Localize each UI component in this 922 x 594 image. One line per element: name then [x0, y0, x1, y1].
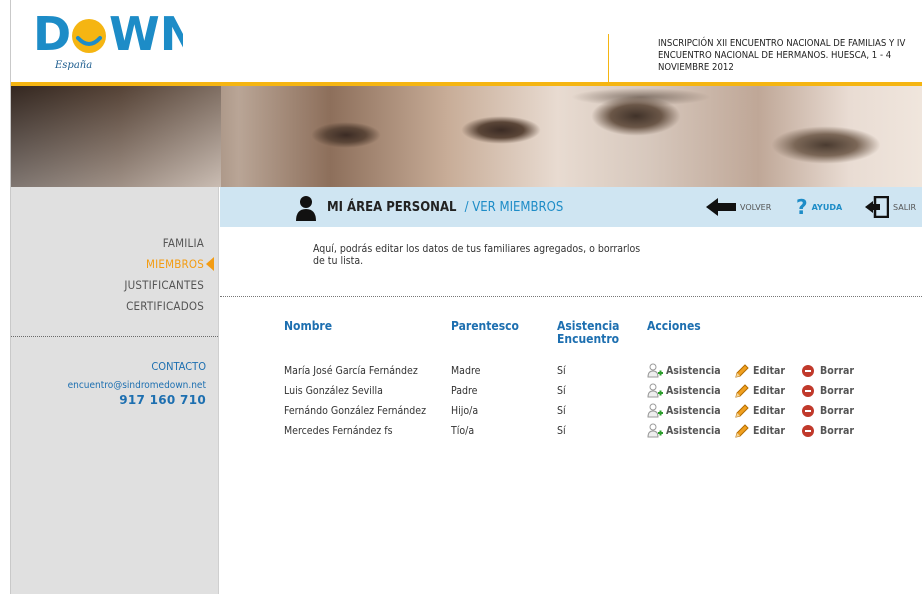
table-row: Luis González Sevilla Padre Sí Asistenci… [284, 382, 884, 400]
editar-label: Editar [753, 405, 786, 417]
borrar-label: Borrar [820, 405, 855, 417]
page-title-sub: / VER MIEMBROS [464, 200, 564, 215]
ayuda-button[interactable]: ? AYUDA [796, 195, 842, 219]
logo-subtitle: España [55, 60, 93, 71]
pencil-icon [735, 424, 749, 438]
editar-action[interactable]: Editar [734, 382, 785, 400]
table-row: María José García Fernández Madre Sí Asi… [284, 362, 884, 380]
sidebar-item-justificantes[interactable]: JUSTIFICANTES [124, 275, 204, 296]
volver-button[interactable]: VOLVER [706, 195, 771, 219]
site-header: D WN España INSCRIPCIÓN XII ENCUENTRO NA… [11, 0, 922, 84]
asistencia-label: Asistencia [666, 405, 721, 417]
header-divider [608, 34, 609, 82]
ayuda-label: AYUDA [811, 202, 843, 212]
col-header-asistencia: Asistencia Encuentro [557, 319, 620, 346]
editar-label: Editar [753, 365, 786, 377]
borrar-label: Borrar [820, 425, 855, 437]
borrar-action[interactable]: Borrar [802, 382, 854, 400]
section-topbar: MI ÁREA PERSONAL / VER MIEMBROS VOLVER ?… [220, 187, 922, 227]
asistencia-label: Asistencia [666, 385, 721, 397]
delete-icon [802, 425, 814, 437]
cell-asistencia: Sí [557, 385, 566, 397]
salir-button[interactable]: SALIR [865, 195, 916, 219]
borrar-label: Borrar [820, 365, 855, 377]
borrar-action[interactable]: Borrar [802, 402, 854, 420]
editar-label: Editar [753, 385, 786, 397]
contact-block: CONTACTO encuentro@sindromedown.net 917 … [68, 360, 206, 408]
asistencia-action[interactable]: Asistencia [647, 362, 721, 380]
editar-action[interactable]: Editar [734, 422, 785, 440]
contact-title: CONTACTO [151, 360, 206, 373]
asistencia-label: Asistencia [666, 365, 721, 377]
user-add-icon [647, 403, 663, 418]
borrar-label: Borrar [820, 385, 855, 397]
header-banner-photo [11, 86, 922, 187]
col-header-acciones: Acciones [647, 319, 701, 333]
help-icon: ? [796, 195, 808, 219]
page-title: MI ÁREA PERSONAL / VER MIEMBROS [327, 200, 563, 215]
intro-text: Aquí, podrás editar los datos de tus fam… [313, 243, 641, 267]
cell-parentesco: Tío/a [451, 425, 475, 437]
svg-text:WN: WN [109, 8, 183, 61]
sidebar-item-familia[interactable]: FAMILIA [124, 233, 204, 254]
contact-phone: 917 160 710 [119, 393, 206, 407]
asistencia-action[interactable]: Asistencia [647, 382, 721, 400]
pencil-icon [735, 364, 749, 378]
sidebar: FAMILIA MIEMBROS JUSTIFICANTES CERTIFICA… [11, 187, 219, 594]
cell-nombre: Luis González Sevilla [284, 385, 383, 397]
asistencia-action[interactable]: Asistencia [647, 422, 721, 440]
page: D WN España INSCRIPCIÓN XII ENCUENTRO NA… [11, 0, 922, 594]
user-add-icon [647, 363, 663, 378]
editar-action[interactable]: Editar [734, 362, 785, 380]
cell-parentesco: Hijo/a [451, 405, 479, 417]
user-add-icon [647, 423, 663, 438]
sidebar-item-certificados[interactable]: CERTIFICADOS [124, 296, 204, 317]
col-header-parentesco: Parentesco [451, 319, 519, 333]
cell-asistencia: Sí [557, 365, 566, 377]
svg-text:D: D [33, 8, 71, 61]
asistencia-action[interactable]: Asistencia [647, 402, 721, 420]
cell-nombre: Mercedes Fernández fs [284, 425, 393, 437]
cell-nombre: María José García Fernández [284, 365, 418, 377]
table-row: Fernándo González Fernández Hijo/a Sí As… [284, 402, 884, 420]
cell-asistencia: Sí [557, 405, 566, 417]
sidebar-item-miembros[interactable]: MIEMBROS [124, 254, 204, 275]
borrar-action[interactable]: Borrar [802, 422, 854, 440]
editar-label: Editar [753, 425, 786, 437]
cell-nombre: Fernándo González Fernández [284, 405, 427, 417]
pencil-icon [735, 404, 749, 418]
page-title-main: MI ÁREA PERSONAL [327, 200, 457, 215]
table-row: Mercedes Fernández fs Tío/a Sí Asistenci… [284, 422, 884, 440]
exit-icon [865, 196, 889, 218]
borrar-action[interactable]: Borrar [802, 362, 854, 380]
event-title: INSCRIPCIÓN XII ENCUENTRO NACIONAL DE FA… [658, 38, 906, 73]
col-header-nombre: Nombre [284, 319, 333, 333]
delete-icon [802, 405, 814, 417]
window-left-edge [0, 0, 11, 594]
active-indicator-arrow [206, 257, 214, 271]
pencil-icon [735, 384, 749, 398]
cell-parentesco: Padre [451, 385, 478, 397]
salir-label: SALIR [893, 202, 917, 212]
volver-label: VOLVER [740, 202, 772, 212]
person-icon [296, 196, 316, 221]
asistencia-label: Asistencia [666, 425, 721, 437]
editar-action[interactable]: Editar [734, 402, 785, 420]
down-espana-logo[interactable]: D WN España [33, 7, 198, 78]
sidebar-nav: FAMILIA MIEMBROS JUSTIFICANTES CERTIFICA… [124, 233, 204, 317]
content-divider [220, 296, 922, 297]
arrow-left-icon [706, 198, 736, 216]
contact-email-link[interactable]: encuentro@sindromedown.net [68, 380, 206, 391]
cell-parentesco: Madre [451, 365, 481, 377]
sidebar-divider [11, 336, 218, 337]
user-add-icon [647, 383, 663, 398]
delete-icon [802, 385, 814, 397]
cell-asistencia: Sí [557, 425, 566, 437]
delete-icon [802, 365, 814, 377]
